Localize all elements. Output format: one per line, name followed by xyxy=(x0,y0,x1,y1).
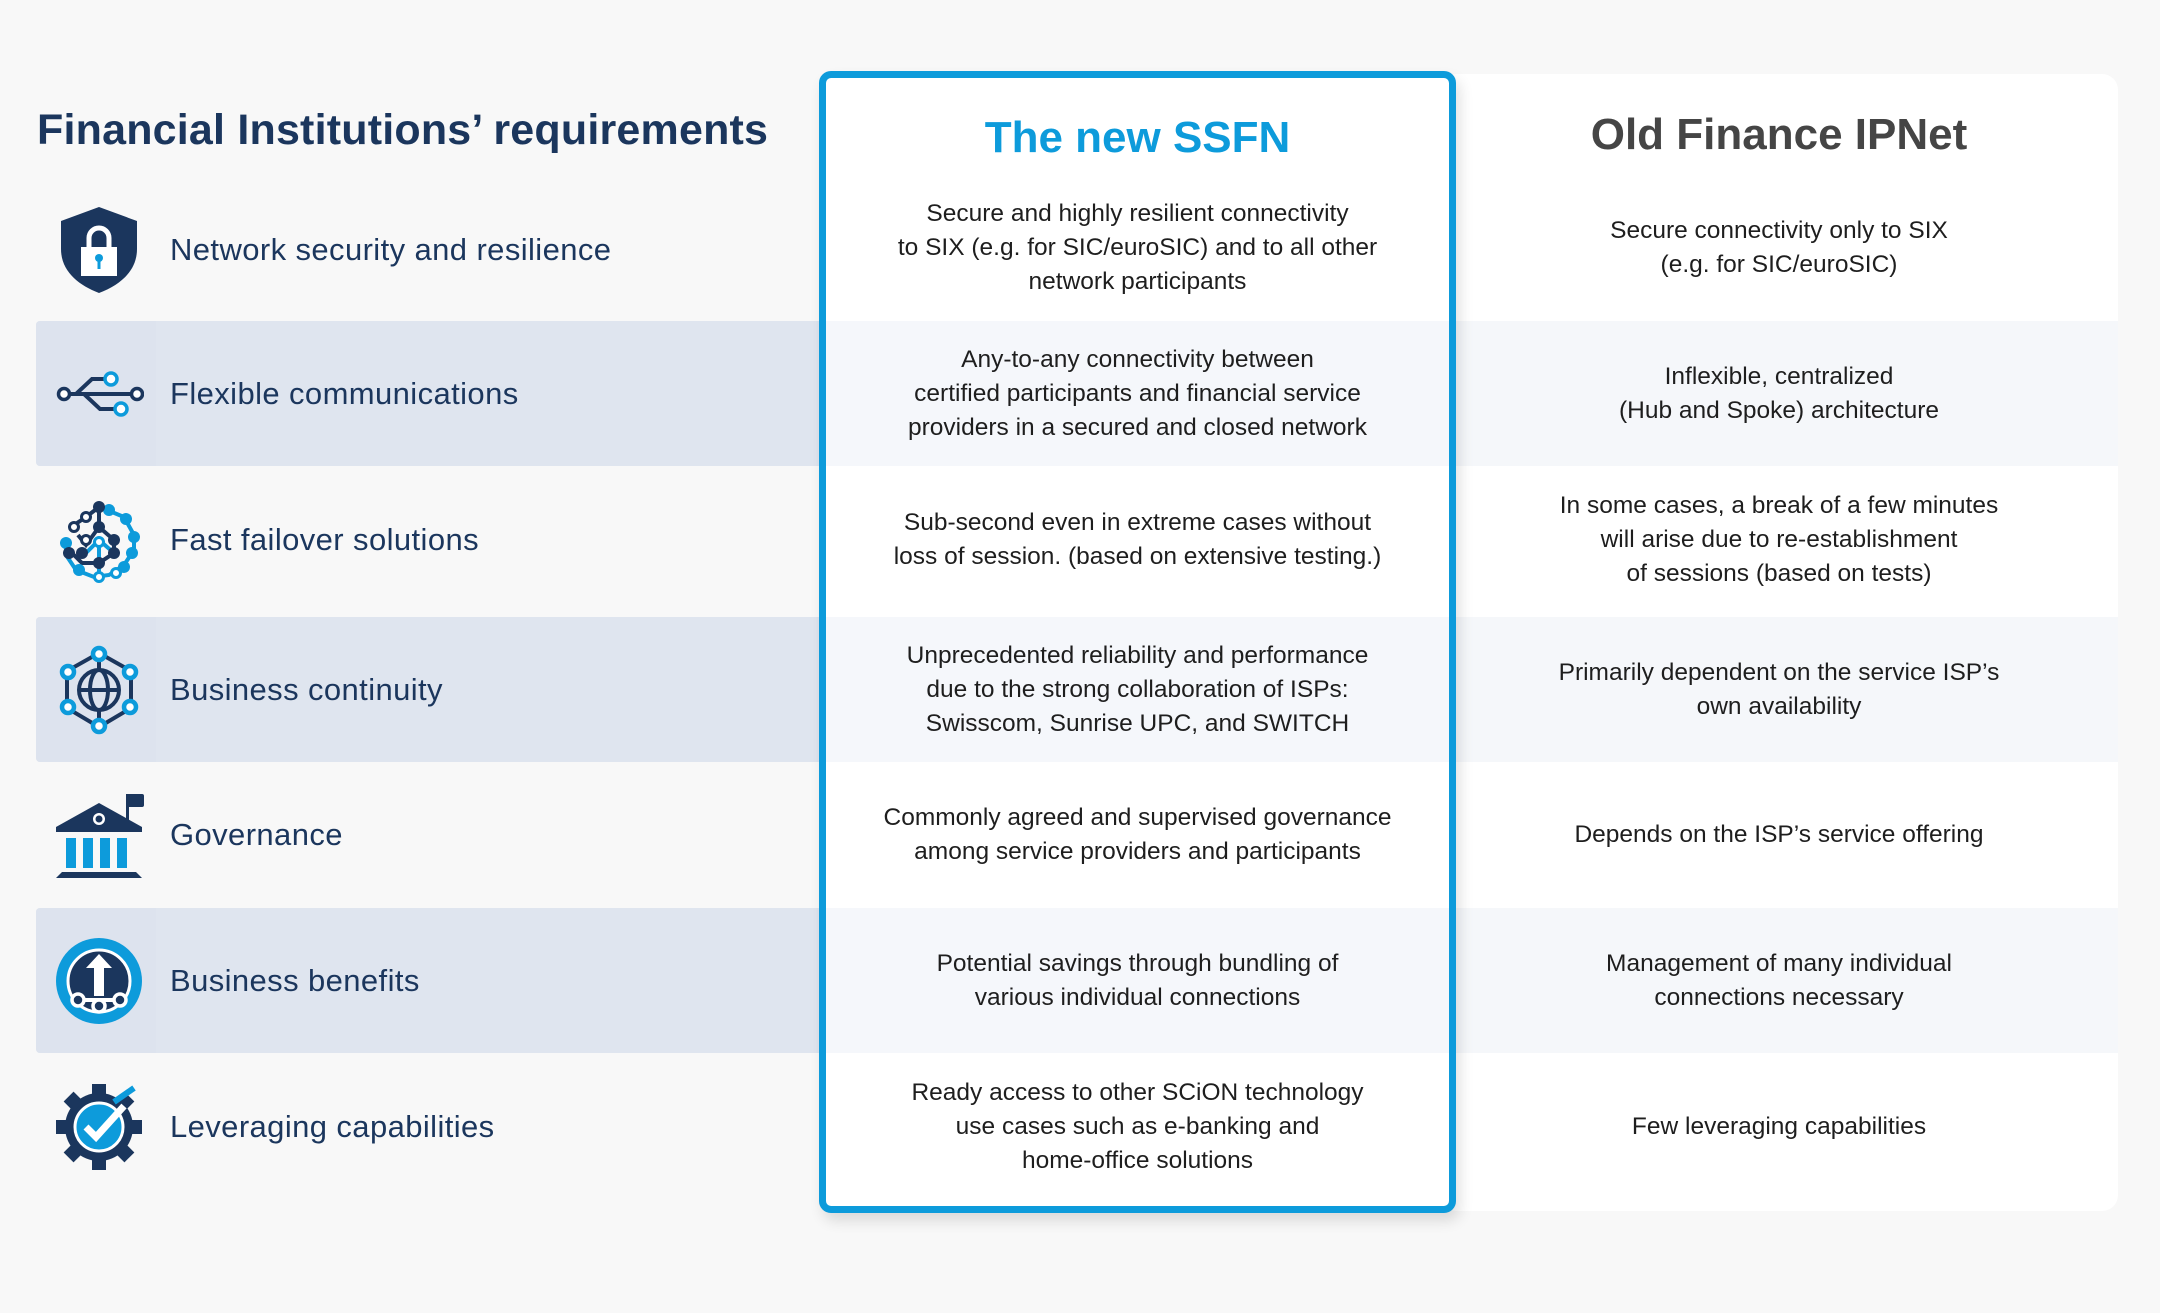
ssfn-cell: Unprecedented reliability and performanc… xyxy=(906,642,1369,737)
requirements-title: Financial Institutions’ requirements xyxy=(37,106,769,154)
ssfn-cell: Sub-second even in extreme cases without… xyxy=(893,509,1382,570)
requirement-row: Network security and resilience xyxy=(36,177,816,323)
globe-network-icon xyxy=(54,645,144,735)
old-cell: Few leveraging capabilities xyxy=(1631,1113,1927,1140)
growth-arrow-circle-icon xyxy=(54,936,144,1026)
requirement-label: Network security and resilience xyxy=(170,232,612,267)
requirement-label: Governance xyxy=(170,817,343,852)
old-cell: Management of many individual connection… xyxy=(1606,950,1952,1011)
requirement-label: Flexible communications xyxy=(170,376,519,411)
ssfn-cell: Any-to-any connectivity between certifie… xyxy=(908,346,1367,441)
requirement-row: Business continuity xyxy=(36,617,816,763)
shield-lock-icon xyxy=(54,205,144,295)
requirement-label: Leveraging capabilities xyxy=(170,1109,495,1144)
gear-check-icon xyxy=(54,1082,144,1172)
requirement-row: Flexible communications xyxy=(36,321,816,467)
requirement-row: Fast failover solutions xyxy=(36,467,816,613)
old-cell: Depends on the ISP’s service offering xyxy=(1574,821,1984,848)
ssfn-cell: Potential savings through bundling of va… xyxy=(936,950,1339,1011)
old-cell: Primarily dependent on the service ISP’s… xyxy=(1558,659,2000,720)
requirement-row: Leveraging capabilities xyxy=(36,1054,816,1200)
requirement-label: Business benefits xyxy=(170,963,420,998)
old-ipnet-title: Old Finance IPNet xyxy=(1590,110,1968,159)
requirement-row: Governance xyxy=(36,762,816,908)
requirement-label: Business continuity xyxy=(170,672,443,707)
ssfn-title: The new SSFN xyxy=(984,113,1291,162)
old-cell: Secure connectivity only to SIX (e.g. fo… xyxy=(1610,217,1948,278)
requirement-row: Business benefits xyxy=(36,908,816,1054)
network-nodes-icon xyxy=(54,495,144,585)
ssfn-column: The new SSFN Secure and highly resilient… xyxy=(819,71,1456,1213)
old-cell: Inflexible, centralized (Hub and Spoke) … xyxy=(1618,363,1940,424)
requirement-label: Fast failover solutions xyxy=(170,522,479,557)
ssfn-cell: Secure and highly resilient connectivity… xyxy=(897,200,1378,295)
ssfn-cell: Commonly agreed and supervised governanc… xyxy=(883,804,1392,865)
ssfn-cell: Ready access to other SCiON technology u… xyxy=(911,1079,1364,1174)
old-cell: In some cases, a break of a few minutes … xyxy=(1559,492,1999,587)
usb-connection-icon xyxy=(54,349,144,439)
government-building-icon xyxy=(54,790,144,880)
